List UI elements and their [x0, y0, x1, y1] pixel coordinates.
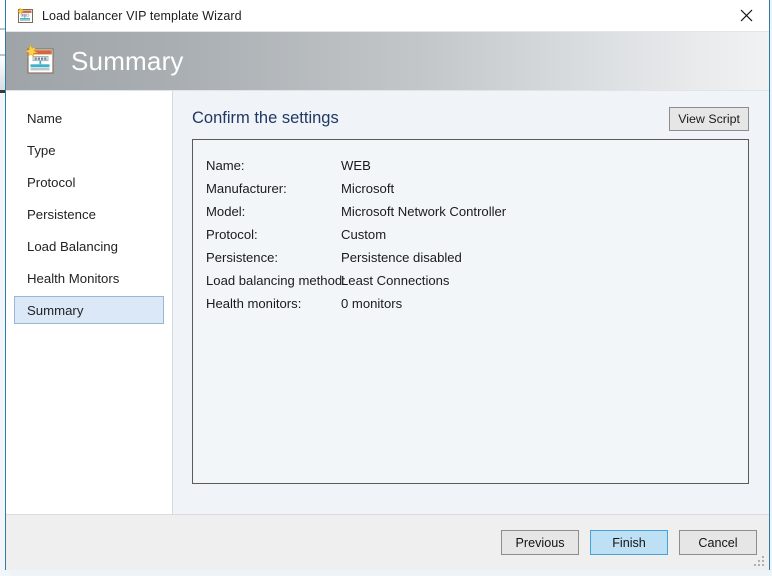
summary-value-model: Microsoft Network Controller: [341, 204, 507, 219]
summary-label-model: Model:: [206, 204, 246, 219]
sidebar-item-protocol[interactable]: Protocol: [14, 168, 164, 196]
summary-value-persistence: Persistence disabled: [341, 250, 462, 265]
dialog-footer: Previous Finish Cancel: [6, 514, 769, 570]
sidebar-item-summary[interactable]: Summary: [14, 296, 164, 324]
load-balancer-template-icon: [16, 6, 34, 25]
view-script-button[interactable]: View Script: [669, 107, 749, 131]
resize-grip-icon[interactable]: [752, 554, 766, 568]
wizard-step-navigation: Name Type Protocol Persistence Load Bala…: [6, 91, 173, 514]
content-header: Confirm the settings View Script: [173, 91, 769, 131]
wizard-dialog: Load balancer VIP template Wizard Summar…: [5, 0, 770, 570]
summary-value-load-balancing-method: Least Connections: [341, 273, 450, 288]
finish-button[interactable]: Finish: [590, 530, 668, 555]
summary-value-health-monitors: 0 monitors: [341, 296, 403, 311]
summary-label-protocol: Protocol:: [206, 227, 258, 242]
load-balancer-template-icon: [23, 43, 57, 78]
summary-details-box: Name: WEB Manufacturer: Microsoft Model:…: [192, 139, 749, 484]
summary-row: Persistence: Persistence disabled: [206, 246, 748, 269]
summary-row: Model: Microsoft Network Controller: [206, 200, 748, 223]
summary-row: Load balancing method: Least Connections: [206, 269, 748, 292]
sidebar-item-health-monitors[interactable]: Health Monitors: [14, 264, 164, 292]
close-icon[interactable]: [723, 0, 769, 31]
window-title: Load balancer VIP template Wizard: [42, 8, 242, 23]
summary-value-name: WEB: [341, 158, 371, 173]
page-title: Summary: [71, 45, 184, 76]
cancel-button[interactable]: Cancel: [679, 530, 757, 555]
summary-row: Health monitors: 0 monitors: [206, 292, 748, 315]
header-banner: Summary: [6, 32, 769, 91]
summary-row: Protocol: Custom: [206, 223, 748, 246]
summary-label-load-balancing-method: Load balancing method:: [206, 273, 346, 288]
sidebar-item-type[interactable]: Type: [14, 136, 164, 164]
summary-value-protocol: Custom: [341, 227, 387, 242]
content-pane: Confirm the settings View Script Name: W…: [173, 91, 769, 514]
sidebar-item-persistence[interactable]: Persistence: [14, 200, 164, 228]
summary-label-health-monitors: Health monitors:: [206, 296, 302, 311]
confirm-settings-heading: Confirm the settings: [192, 109, 339, 127]
dialog-body: Name Type Protocol Persistence Load Bala…: [6, 91, 769, 514]
summary-row: Name: WEB: [206, 154, 748, 177]
summary-label-persistence: Persistence:: [206, 250, 279, 265]
sidebar-item-load-balancing[interactable]: Load Balancing: [14, 232, 164, 260]
summary-label-name: Name:: [206, 158, 245, 173]
sidebar-item-name[interactable]: Name: [14, 104, 164, 132]
summary-value-manufacturer: Microsoft: [341, 181, 395, 196]
previous-button[interactable]: Previous: [501, 530, 579, 555]
title-bar: Load balancer VIP template Wizard: [6, 0, 769, 32]
summary-label-manufacturer: Manufacturer:: [206, 181, 287, 196]
summary-row: Manufacturer: Microsoft: [206, 177, 748, 200]
